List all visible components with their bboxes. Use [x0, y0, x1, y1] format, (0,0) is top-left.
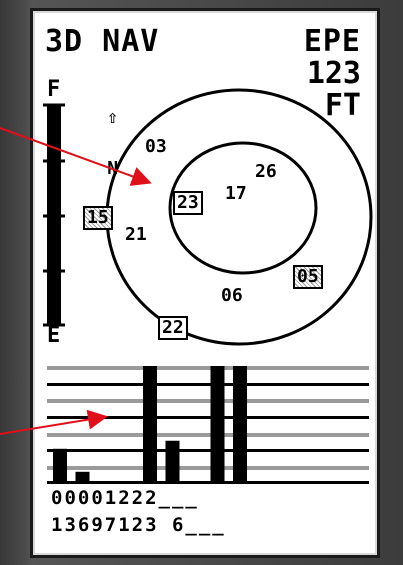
gps-lcd-screen: 3D NAV EPE 123 FT F E ⇧ N 03 26 17 23 21… — [30, 8, 380, 558]
signal-baseline — [47, 481, 369, 484]
signal-grid-line — [47, 433, 369, 437]
prn-tens-row: 00001222___ — [51, 487, 199, 509]
prn-ones-row: 13697123 6___ — [51, 514, 226, 536]
signal-grid-line — [47, 416, 369, 419]
signal-bar — [53, 448, 67, 481]
signal-bar — [75, 471, 90, 481]
signal-grid-line — [47, 449, 369, 452]
signal-grid-line — [47, 466, 369, 470]
signal-bar — [165, 440, 180, 481]
signal-grid-line — [47, 399, 369, 403]
signal-bar — [143, 366, 157, 481]
signal-bar — [210, 366, 225, 481]
signal-bar — [233, 366, 247, 481]
signal-grid-line — [47, 383, 369, 386]
signal-grid-line — [47, 366, 369, 370]
signal-strength-chart — [47, 366, 369, 484]
